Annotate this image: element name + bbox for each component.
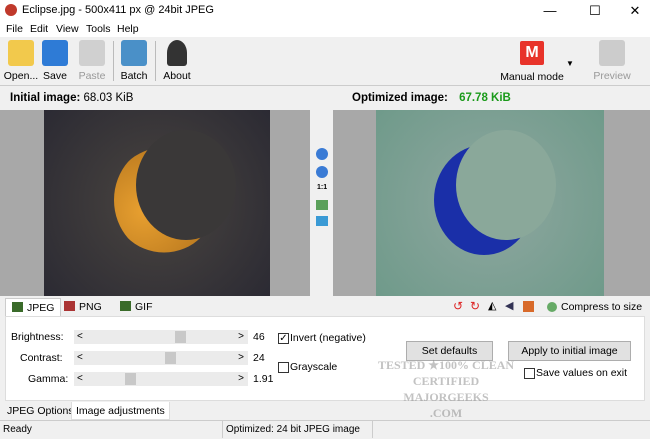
brightness-value: 46 <box>253 331 265 343</box>
initial-image-pane[interactable] <box>0 110 310 296</box>
clipboard-icon <box>79 40 105 66</box>
tab-gif[interactable]: GIF <box>114 298 159 316</box>
title-bar: Eclipse.jpg - 500x411 px @ 24bit JPEG — … <box>0 0 650 21</box>
manual-mode-icon: M <box>520 41 544 65</box>
tab-png[interactable]: PNG <box>58 298 108 316</box>
image-adjustments-panel: Brightness: < > 46 Contrast: < > 24 Gamma:… <box>5 316 645 420</box>
zoom-1to1-button[interactable]: 1:1 <box>317 184 327 191</box>
tab-jpeg[interactable]: JPEG <box>5 298 62 316</box>
save-button[interactable]: Save <box>34 40 76 84</box>
brightness-slider[interactable]: < > <box>74 330 248 344</box>
png-icon <box>64 301 75 311</box>
app-icon <box>5 4 17 16</box>
status-divider <box>222 421 223 438</box>
menu-edit[interactable]: Edit <box>30 23 48 35</box>
paste-button[interactable]: Paste <box>71 40 113 84</box>
initial-image <box>44 110 270 296</box>
jpeg-icon <box>12 302 23 312</box>
invert-checkbox[interactable]: ✓ <box>278 333 289 344</box>
window-title: Eclipse.jpg - 500x411 px @ 24bit JPEG <box>22 4 214 16</box>
slider-thumb[interactable] <box>165 352 177 364</box>
rotate-left-icon[interactable]: ↺ <box>453 300 463 312</box>
slider-thumb[interactable] <box>124 373 136 385</box>
gif-icon <box>120 301 131 311</box>
fit-window-icon[interactable] <box>316 200 328 210</box>
status-optimized: Optimized: 24 bit JPEG image <box>226 424 360 435</box>
status-divider <box>372 421 373 438</box>
preview-button[interactable]: Preview <box>591 40 633 84</box>
user-icon <box>167 40 187 66</box>
bottom-tabs: JPEG Options Image adjustments <box>0 401 650 420</box>
contrast-value: 24 <box>253 352 265 364</box>
close-button[interactable]: ✕ <box>615 0 650 21</box>
maximize-button[interactable]: ☐ <box>575 0 615 21</box>
tab-image-adjustments[interactable]: Image adjustments <box>71 402 170 420</box>
floppy-disk-icon <box>42 40 68 66</box>
contrast-label: Contrast: <box>20 352 63 364</box>
invert-label: Invert (negative) <box>290 332 366 344</box>
gamma-value: 1.91 <box>253 373 274 385</box>
optimized-image-pane[interactable] <box>333 110 650 296</box>
zoom-out-icon[interactable] <box>316 166 328 178</box>
gamma-label: Gamma: <box>28 373 69 385</box>
zoom-tools: 1:1 <box>310 110 333 296</box>
magnifier-icon <box>599 40 625 66</box>
sync-view-icon[interactable] <box>316 216 328 226</box>
grayscale-checkbox[interactable] <box>278 362 289 373</box>
batch-icon <box>121 40 147 66</box>
initial-size: 68.03 KiB <box>83 92 134 104</box>
gamma-slider[interactable]: < > <box>74 372 248 386</box>
grayscale-label: Grayscale <box>290 361 338 373</box>
menu-bar: File Edit View Tools Help <box>0 21 650 37</box>
folder-open-icon <box>8 40 34 66</box>
batch-button[interactable]: Batch <box>113 40 155 84</box>
save-values-label: Save values on exit <box>536 367 628 379</box>
minimize-button[interactable]: — <box>530 0 570 21</box>
status-ready: Ready <box>3 424 32 435</box>
menu-view[interactable]: View <box>56 23 79 35</box>
menu-help[interactable]: Help <box>117 23 139 35</box>
format-tabs: JPEG PNG GIF ↺ ↻ ◭ ◀ Compress to size <box>0 296 650 316</box>
optimized-image <box>376 110 604 296</box>
compress-icon <box>547 302 557 312</box>
menu-tools[interactable]: Tools <box>86 23 111 35</box>
contrast-slider[interactable]: < > <box>74 351 248 365</box>
flip-horizontal-icon[interactable]: ◭ <box>488 300 496 312</box>
slider-thumb[interactable] <box>174 331 186 343</box>
flip-vertical-icon[interactable]: ◀ <box>505 300 513 312</box>
brightness-label: Brightness: <box>11 331 64 343</box>
initial-image-label: Initial image: 68.03 KiB <box>10 92 134 104</box>
manual-mode-button[interactable]: M Manual mode <box>497 41 567 83</box>
optimized-size: 67.78 KiB <box>459 92 511 104</box>
toolbar: Open... Save Paste Batch About M Manual … <box>0 37 650 86</box>
apply-to-initial-button[interactable]: Apply to initial image <box>508 341 631 361</box>
zoom-in-icon[interactable] <box>316 148 328 160</box>
menu-file[interactable]: File <box>6 23 23 35</box>
compress-to-size-button[interactable]: Compress to size <box>561 301 642 313</box>
rotate-right-icon[interactable]: ↻ <box>470 300 480 312</box>
mode-dropdown-icon[interactable]: ▼ <box>566 59 574 68</box>
status-bar: Ready Optimized: 24 bit JPEG image <box>0 420 650 438</box>
optimized-image-label: Optimized image: 67.78 KiB <box>352 92 511 104</box>
crop-icon[interactable] <box>523 301 534 312</box>
save-values-checkbox[interactable] <box>524 368 535 379</box>
tab-jpeg-options[interactable]: JPEG Options <box>3 402 78 420</box>
about-button[interactable]: About <box>156 40 198 84</box>
